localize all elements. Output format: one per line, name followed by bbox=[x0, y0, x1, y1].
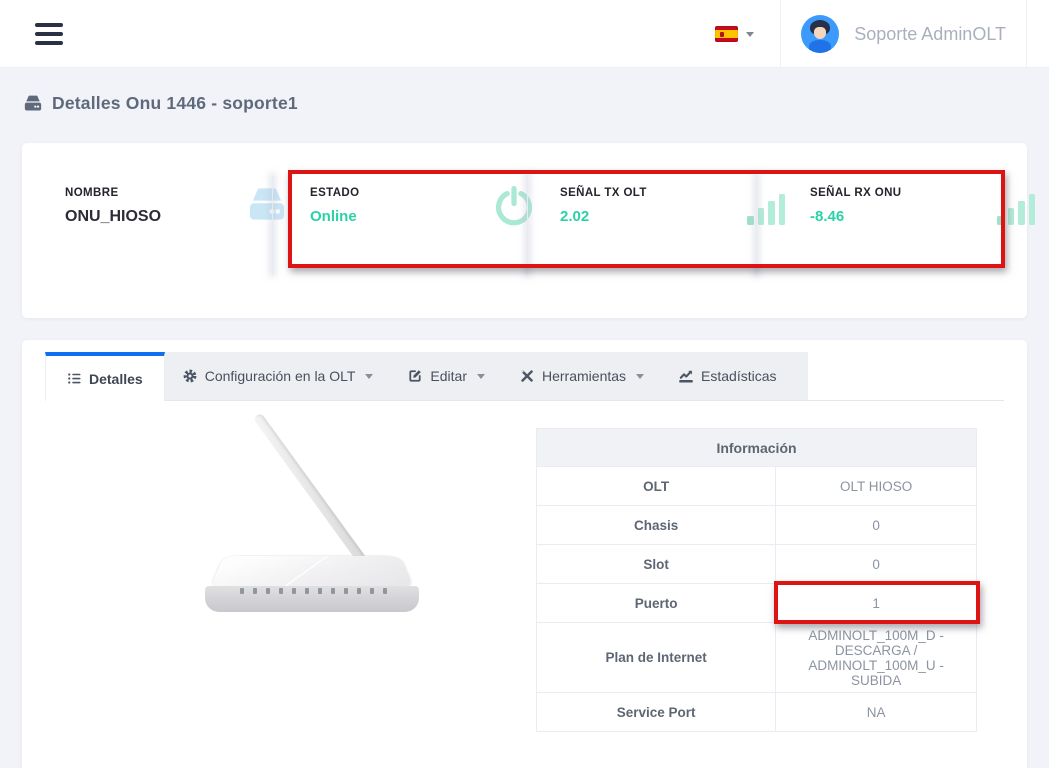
stat-senal-tx-olt: SEÑAL TX OLT 2.02 bbox=[560, 187, 785, 225]
list-icon bbox=[67, 371, 82, 386]
top-navbar: Soporte AdminOLT bbox=[0, 0, 1049, 68]
stat-senal-rx-onu: SEÑAL RX ONU -8.46 bbox=[810, 187, 1035, 225]
navbar-divider bbox=[1026, 0, 1027, 68]
spain-flag-icon bbox=[715, 26, 738, 42]
table-header-row: Información bbox=[537, 429, 977, 467]
tab-bar: Detalles Configuración en la OLT bbox=[45, 352, 1004, 401]
breadcrumb: Detalles Onu 1446 - soporte1 bbox=[22, 93, 298, 114]
table-row-service-port: Service Port NA bbox=[537, 693, 977, 732]
tab-estadisticas[interactable]: Estadísticas bbox=[661, 352, 793, 400]
stat-nombre: NOMBRE ONU_HIOSO bbox=[65, 187, 290, 226]
stat-divider bbox=[756, 175, 757, 275]
router-leds bbox=[240, 588, 387, 594]
navbar-right: Soporte AdminOLT bbox=[705, 0, 1027, 68]
device-icon bbox=[244, 185, 290, 230]
user-menu[interactable]: Soporte AdminOLT bbox=[781, 0, 1026, 68]
puerto-value-cell: 1 bbox=[776, 584, 977, 623]
table-header: Información bbox=[537, 429, 977, 467]
chevron-down-icon bbox=[636, 374, 644, 379]
page: Soporte AdminOLT Detalles Onu 1446 - sop… bbox=[0, 0, 1049, 768]
page-title: Detalles Onu 1446 - soporte1 bbox=[52, 93, 298, 114]
tab-detalles[interactable]: Detalles bbox=[45, 352, 165, 401]
table-row-plan-internet: Plan de Internet ADMINOLT_100M_D - DESCA… bbox=[537, 623, 977, 693]
language-selector[interactable] bbox=[705, 0, 780, 68]
chart-icon bbox=[678, 368, 694, 384]
power-icon bbox=[493, 185, 535, 232]
tab-herramientas[interactable]: Herramientas bbox=[502, 352, 661, 400]
tools-icon bbox=[519, 368, 535, 384]
onu-device-icon bbox=[22, 94, 44, 113]
stat-estado: ESTADO Online bbox=[310, 187, 535, 225]
table-row-chasis: Chasis 0 bbox=[537, 506, 977, 545]
avatar bbox=[801, 15, 839, 53]
signal-bars-icon bbox=[747, 193, 785, 225]
chevron-down-icon bbox=[477, 374, 485, 379]
edit-icon bbox=[407, 368, 423, 384]
chevron-down-icon bbox=[746, 32, 754, 37]
table-row-puerto: Puerto 1 bbox=[537, 584, 977, 623]
menu-toggle-button[interactable] bbox=[35, 23, 63, 45]
tab-editar[interactable]: Editar bbox=[390, 352, 502, 400]
stat-divider bbox=[272, 175, 273, 275]
router-antenna bbox=[253, 413, 372, 571]
detail-card: Detalles Configuración en la OLT bbox=[22, 340, 1027, 768]
stat-divider bbox=[527, 175, 528, 275]
stats-card: NOMBRE ONU_HIOSO ESTADO Online bbox=[22, 143, 1027, 318]
tab-group: Configuración en la OLT Editar bbox=[165, 352, 808, 400]
tab-configuracion-olt[interactable]: Configuración en la OLT bbox=[165, 352, 391, 400]
gear-icon bbox=[182, 368, 198, 384]
router-body bbox=[210, 556, 414, 589]
table-row-olt: OLT OLT HIOSO bbox=[537, 467, 977, 506]
table-row-slot: Slot 0 bbox=[537, 545, 977, 584]
hamburger-icon bbox=[35, 23, 63, 27]
user-name: Soporte AdminOLT bbox=[854, 24, 1006, 45]
chevron-down-icon bbox=[365, 374, 373, 379]
onu-product-image bbox=[172, 423, 452, 638]
info-table: Información OLT OLT HIOSO Chasis 0 Slot … bbox=[536, 428, 977, 732]
signal-bars-icon bbox=[997, 193, 1035, 225]
